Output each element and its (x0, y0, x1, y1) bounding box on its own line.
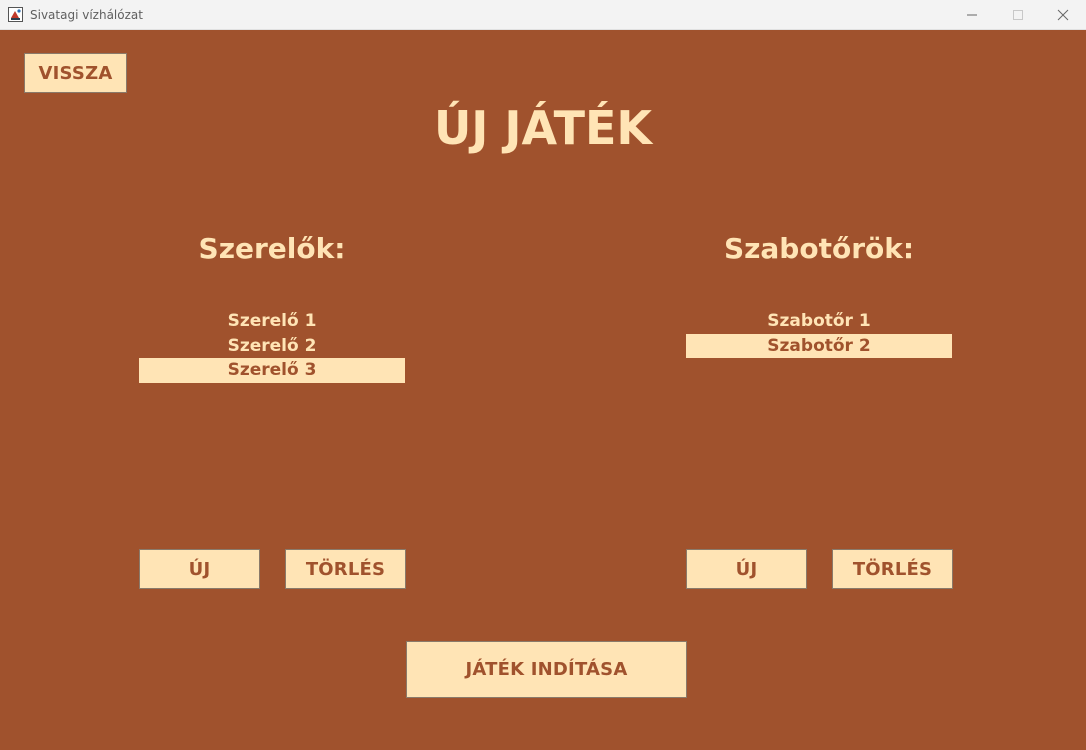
add-saboteur-button[interactable]: ÚJ (686, 549, 807, 589)
delete-mechanic-button[interactable]: TÖRLÉS (285, 549, 406, 589)
mechanics-list[interactable]: Szerelő 1 Szerelő 2 Szerelő 3 (139, 309, 405, 383)
saboteurs-heading: Szabotőrök: (723, 232, 915, 265)
window-titlebar: Sivatagi vízhálózat (0, 0, 1086, 30)
minimize-button[interactable] (949, 0, 995, 30)
page-title: ÚJ JÁTÉK (433, 101, 653, 155)
saboteur-list-item-selected[interactable]: Szabotőr 2 (686, 333, 952, 358)
back-button[interactable]: VISSZA (24, 53, 127, 93)
maximize-icon (1013, 10, 1023, 20)
mechanics-heading: Szerelők: (198, 232, 346, 265)
saboteurs-list[interactable]: Szabotőr 1 Szabotőr 2 (686, 309, 952, 358)
maximize-button[interactable] (995, 0, 1041, 30)
mechanic-list-item-selected[interactable]: Szerelő 3 (139, 358, 405, 383)
window-title: Sivatagi vízhálózat (30, 8, 143, 22)
start-game-button[interactable]: JÁTÉK INDÍTÁSA (406, 641, 687, 698)
delete-saboteur-button[interactable]: TÖRLÉS (832, 549, 953, 589)
close-icon (1057, 9, 1069, 21)
close-button[interactable] (1040, 0, 1086, 30)
add-mechanic-button[interactable]: ÚJ (139, 549, 260, 589)
minimize-icon (967, 14, 977, 16)
java-app-icon (8, 7, 23, 22)
mechanic-list-item[interactable]: Szerelő 2 (139, 334, 405, 359)
saboteur-list-item[interactable]: Szabotőr 1 (686, 309, 952, 334)
mechanic-list-item[interactable]: Szerelő 1 (139, 309, 405, 334)
